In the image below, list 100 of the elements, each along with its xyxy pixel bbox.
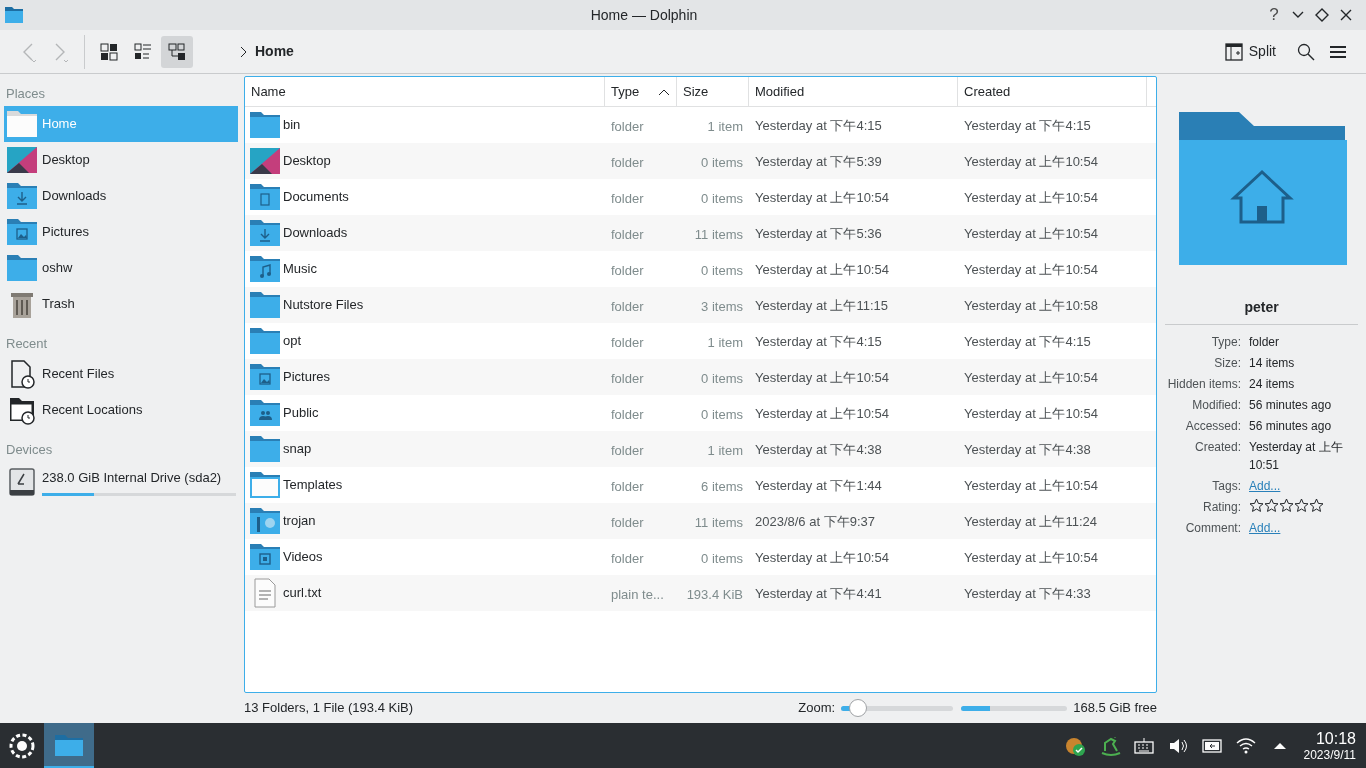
file-name-cell[interactable]: Videos bbox=[245, 539, 605, 575]
file-name-cell[interactable]: Pictures bbox=[245, 359, 605, 395]
help-button[interactable]: ? bbox=[1264, 4, 1284, 26]
column-header[interactable]: Type bbox=[605, 77, 677, 106]
field-label: Size: bbox=[1213, 355, 1241, 372]
table-cell-text: Yesterday at 下午4:15 bbox=[754, 333, 883, 352]
sidebar-item[interactable]: Downloads bbox=[4, 178, 238, 214]
desktop-icon bbox=[249, 145, 281, 177]
details-view-button[interactable] bbox=[161, 35, 193, 68]
table-cell-text: Yesterday at 下午4:33 bbox=[963, 585, 1092, 604]
file-name-cell[interactable]: curl.txt bbox=[245, 575, 605, 611]
column-header[interactable]: Modified bbox=[749, 77, 958, 106]
field-value: folder bbox=[1249, 334, 1281, 351]
table-cell-text: Yesterday at 上午10:54 bbox=[754, 261, 890, 280]
table-cell-text: Yesterday at 上午10:54 bbox=[963, 189, 1099, 208]
table-cell-text: folder bbox=[610, 406, 645, 424]
download-folder-icon bbox=[6, 180, 38, 212]
file-name-cell[interactable]: Nutstore Files bbox=[245, 287, 605, 323]
table-cell-text: Yesterday at 上午10:58 bbox=[963, 297, 1099, 316]
file-name-cell[interactable]: Downloads bbox=[245, 215, 605, 251]
column-header[interactable]: Name bbox=[245, 77, 605, 106]
table-cell-text: Yesterday at 上午10:54 bbox=[754, 405, 890, 424]
table-cell-text: Yesterday at 下午5:36 bbox=[754, 225, 883, 244]
section-heading: Devices bbox=[5, 441, 54, 460]
sidebar-item[interactable]: oshw bbox=[4, 250, 238, 286]
table-cell-text: folder bbox=[610, 334, 645, 352]
file-name-cell[interactable]: snap bbox=[245, 431, 605, 467]
field-value: 56 minutes ago bbox=[1249, 418, 1333, 435]
table-cell-text: folder bbox=[610, 298, 645, 316]
details-view-icon bbox=[168, 42, 186, 61]
folder-icon bbox=[249, 433, 281, 465]
column-header[interactable]: Size bbox=[677, 77, 749, 106]
chevron-icon bbox=[239, 45, 249, 58]
zoom-slider[interactable] bbox=[841, 698, 954, 718]
star-icon bbox=[1249, 498, 1264, 513]
star-icon bbox=[1309, 498, 1324, 513]
table-cell-text: Yesterday at 上午10:54 bbox=[754, 189, 890, 208]
sidebar-item[interactable]: Recent Locations bbox=[4, 392, 238, 428]
compact-view-icon bbox=[134, 42, 152, 61]
table-cell-text: 0 items bbox=[700, 154, 744, 172]
table-cell-text: 6 items bbox=[700, 478, 744, 496]
zoom-label: Zoom: bbox=[798, 699, 836, 718]
breadcrumb-item[interactable]: Home bbox=[255, 41, 294, 62]
section-heading: Recent bbox=[5, 335, 49, 354]
add-link[interactable]: Add... bbox=[1249, 477, 1281, 495]
table-cell-text: Yesterday at 上午10:54 bbox=[754, 549, 890, 568]
picture-folder-icon bbox=[249, 361, 281, 393]
field-label: Tags: bbox=[1211, 478, 1241, 495]
table-cell-text: folder bbox=[610, 478, 645, 496]
table-cell-text: 3 items bbox=[700, 298, 744, 316]
table-cell-text: 0 items bbox=[700, 190, 744, 208]
table-cell-text: Yesterday at 上午10:54 bbox=[963, 369, 1099, 388]
table-cell-text: 0 items bbox=[700, 370, 744, 388]
folder-icon bbox=[6, 252, 38, 284]
file-name-cell[interactable]: Music bbox=[245, 251, 605, 287]
star-icon bbox=[1294, 498, 1309, 513]
expand-tray-icon bbox=[1273, 742, 1286, 749]
add-link[interactable]: Add... bbox=[1249, 519, 1281, 537]
sidebar-item[interactable]: Trash bbox=[4, 286, 238, 322]
people-folder-icon bbox=[249, 397, 281, 429]
star-icon bbox=[1279, 498, 1294, 513]
column-header[interactable]: Created bbox=[958, 77, 1147, 106]
table-cell-text: Yesterday at 上午10:54 bbox=[963, 225, 1099, 244]
file-name-cell[interactable]: bin bbox=[245, 107, 605, 143]
table-cell-text: Yesterday at 下午4:38 bbox=[754, 441, 883, 460]
split-button[interactable]: Split bbox=[1224, 41, 1276, 62]
field-value: 24 items bbox=[1249, 376, 1296, 393]
field-label: Rating: bbox=[1201, 499, 1241, 516]
folder-icon bbox=[6, 108, 38, 140]
icons-view-icon bbox=[100, 42, 118, 61]
sidebar-item[interactable]: Desktop bbox=[4, 142, 238, 178]
file-name: peter bbox=[1165, 297, 1358, 325]
file-name-cell[interactable]: Templates bbox=[245, 467, 605, 503]
table-cell-text: folder bbox=[610, 550, 645, 568]
file-name-cell[interactable]: Documents bbox=[245, 179, 605, 215]
field-label: Modified: bbox=[1191, 397, 1241, 414]
sidebar-item[interactable]: Pictures bbox=[4, 214, 238, 250]
folder-icon bbox=[249, 505, 281, 537]
table-cell-text: Yesterday at 下午4:15 bbox=[754, 117, 883, 136]
field-label: Hidden items: bbox=[1166, 376, 1241, 393]
table-cell-text: Yesterday at 下午1:44 bbox=[754, 477, 883, 496]
table-cell-text: 1 item bbox=[706, 442, 744, 460]
file-name-cell[interactable]: opt bbox=[245, 323, 605, 359]
app-folder-icon bbox=[4, 6, 24, 24]
section-heading: Places bbox=[5, 85, 47, 104]
field-label: Accessed: bbox=[1184, 418, 1241, 435]
file-name-cell[interactable]: Desktop bbox=[245, 143, 605, 179]
table-cell-text: 0 items bbox=[700, 262, 744, 280]
file-name-cell[interactable]: Public bbox=[245, 395, 605, 431]
table-cell-text: folder bbox=[610, 442, 645, 460]
file-name-cell[interactable]: trojan bbox=[245, 503, 605, 539]
sidebar-item[interactable]: 238.0 GiB Internal Drive (sda2) bbox=[4, 462, 238, 502]
table-cell-text: Yesterday at 下午4:41 bbox=[754, 585, 883, 604]
sidebar-item[interactable]: Recent Files bbox=[4, 356, 238, 392]
menu-icon bbox=[1329, 43, 1347, 60]
table-cell-text: Yesterday at 上午10:54 bbox=[963, 261, 1099, 280]
table-cell-text: folder bbox=[610, 370, 645, 388]
window-title: Home — Dolphin bbox=[589, 5, 699, 25]
table-cell-text: Yesterday at 上午10:54 bbox=[963, 477, 1099, 496]
field-label: Created: bbox=[1193, 439, 1241, 456]
